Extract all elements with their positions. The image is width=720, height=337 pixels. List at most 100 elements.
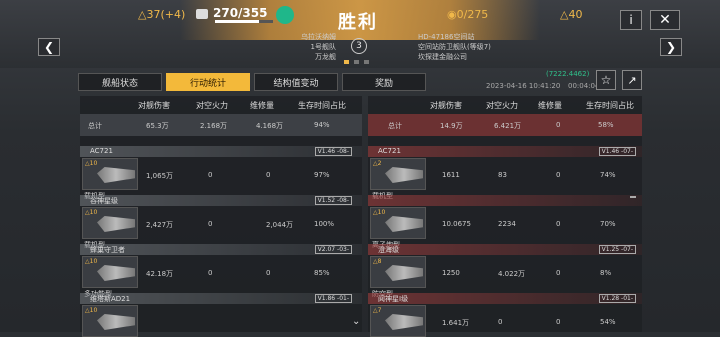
- ship-card[interactable]: △10: [82, 305, 138, 337]
- tab-action-stats[interactable]: 行动统计: [166, 73, 250, 91]
- ship-card[interactable]: △10 载机型: [82, 158, 138, 200]
- ship-card[interactable]: △10 载机型: [82, 207, 138, 249]
- ship-level: △10: [373, 209, 386, 216]
- right-panel: 对舰伤害 对空火力 维修量 生存时间占比 总计 14.9万 6.421万 0 5…: [368, 96, 642, 337]
- stat-cell: 4.022万: [498, 270, 526, 278]
- total-row: 总计 65.3万 2.168万 4.168万 94%: [80, 114, 362, 136]
- stat-cell: 85%: [314, 269, 330, 277]
- ship-image: [97, 216, 135, 232]
- close-button[interactable]: ✕: [650, 10, 680, 30]
- ship-image: [97, 167, 135, 183]
- close-icon: ✕: [659, 12, 671, 28]
- stat-cell: 0: [208, 220, 213, 228]
- tab-ship-status[interactable]: 舰船状态: [78, 73, 162, 91]
- right-score: ◉0/275: [447, 8, 489, 21]
- star-icon: ☆: [600, 73, 612, 87]
- ship-level: △10: [85, 307, 98, 314]
- stat-cell: 83: [498, 171, 507, 179]
- teammates-icon: [276, 6, 294, 24]
- stat-cell: 2,044万: [266, 221, 294, 229]
- ship-level: △2: [373, 160, 382, 167]
- ship-name: AC721: [378, 147, 401, 155]
- chevron-left-icon: ❮: [43, 40, 55, 54]
- stat-cell: 0: [556, 318, 561, 326]
- coin-icon: ◉: [447, 8, 457, 21]
- ship-section-header: [368, 195, 642, 206]
- ship-name: 蜂巢守卫者: [90, 246, 125, 254]
- tab-structure-change[interactable]: 结构值变动: [254, 73, 338, 91]
- stat-cell: 0: [556, 269, 561, 277]
- info-button[interactable]: i: [620, 10, 642, 30]
- prev-button[interactable]: ❮: [38, 38, 60, 56]
- version-badge: V1.25 -07-: [598, 245, 636, 254]
- stat-cell: 74%: [600, 171, 616, 179]
- stat-cell: 54%: [600, 318, 616, 326]
- ship-section-header: 阋神星I级 V1.28 -01-: [368, 293, 642, 304]
- tab-rewards[interactable]: 奖励: [342, 73, 426, 91]
- stat-cell: 0: [266, 171, 271, 179]
- supply-value: 270/355: [213, 6, 268, 20]
- version-badge: V1.52 -08-: [314, 196, 352, 205]
- ship-level: △8: [373, 258, 382, 265]
- ship-image: [385, 216, 423, 232]
- ship-card[interactable]: △2 载机型: [370, 158, 426, 200]
- version-badge: V1.86 -01-: [314, 294, 352, 303]
- ship-section-header: 谷神星级 V1.52 -08-: [80, 195, 362, 206]
- battle-time: 2023-04-16 10:41:20: [486, 82, 561, 90]
- left-value: △37(+4): [138, 8, 186, 21]
- ship-section-header: 维塔斯AD21 V1.86 -01-: [80, 293, 362, 304]
- ship-name: AC721: [90, 147, 113, 155]
- version-badge: V1.46 -07-: [598, 147, 636, 156]
- stat-cell: 42.18万: [146, 270, 174, 278]
- stat-cell: 0: [556, 220, 561, 228]
- ship-section-header: AC721 V1.46 -07-: [368, 146, 642, 157]
- left-panel: 对舰伤害 对空火力 维修量 生存时间占比 总计 65.3万 2.168万 4.1…: [80, 96, 362, 337]
- chevron-down-icon[interactable]: ⌄: [352, 316, 360, 327]
- ship-section-header: 澄海级 V1.25 -07-: [368, 244, 642, 255]
- ship-image: [385, 167, 423, 183]
- stat-cell: 1.641万: [442, 319, 470, 327]
- stat-cell: 70%: [600, 220, 616, 228]
- right-info: HD-47186空间站 空间站防卫舰队(等级7) 坎探建金融公司: [418, 33, 491, 61]
- favorite-button[interactable]: ☆: [596, 70, 616, 90]
- version-badge: V1.28 -01-: [598, 294, 636, 303]
- ship-card[interactable]: △10 离子炮型: [370, 207, 426, 249]
- next-button[interactable]: ❯: [660, 38, 682, 56]
- right-value: △40: [560, 8, 583, 21]
- ship-card[interactable]: △7: [370, 305, 426, 337]
- ship-level: △7: [373, 307, 382, 314]
- ship-name: 澄海级: [378, 246, 399, 254]
- ship-image: [385, 314, 423, 330]
- ship-name: 阋神星I级: [378, 295, 409, 303]
- stat-cell: 0: [266, 269, 271, 277]
- share-button[interactable]: ↗: [622, 70, 642, 90]
- ship-section-header: 蜂巢守卫者 V2.07 -03-: [80, 244, 362, 255]
- stat-cell: 0: [498, 318, 503, 326]
- ship-image: [385, 265, 423, 281]
- ship-level: △10: [85, 258, 98, 265]
- stat-cell: 1250: [442, 269, 460, 277]
- battle-id: (7222.4462): [546, 70, 590, 78]
- version-badge: [630, 196, 636, 198]
- stat-cell: 1611: [442, 171, 460, 179]
- stat-cell: 100%: [314, 220, 335, 228]
- ship-section-header: AC721 V1.46 -08-: [80, 146, 362, 157]
- ship-card[interactable]: △8 防空型: [370, 256, 426, 298]
- stat-cell: 1,065万: [146, 172, 174, 180]
- supply-icon: [196, 9, 208, 19]
- page-dots: [344, 60, 376, 64]
- total-row: 总计 14.9万 6.421万 0 58%: [368, 114, 642, 136]
- ship-card[interactable]: △10 多功能型: [82, 256, 138, 298]
- result-title: 胜利: [338, 12, 378, 33]
- share-icon: ↗: [627, 73, 637, 87]
- stat-cell: 0: [556, 171, 561, 179]
- left-info: 乌拉沃纳姆 1号舰队 万龙舰: [301, 33, 336, 61]
- ship-image: [97, 314, 135, 330]
- stat-cell: 97%: [314, 171, 330, 179]
- round-badge: 3: [351, 38, 367, 54]
- stat-cell: 0: [208, 171, 213, 179]
- ship-name: 谷神星级: [90, 197, 118, 205]
- version-badge: V2.07 -03-: [314, 245, 352, 254]
- chevron-right-icon: ❯: [665, 40, 677, 54]
- ship-level: △10: [85, 209, 98, 216]
